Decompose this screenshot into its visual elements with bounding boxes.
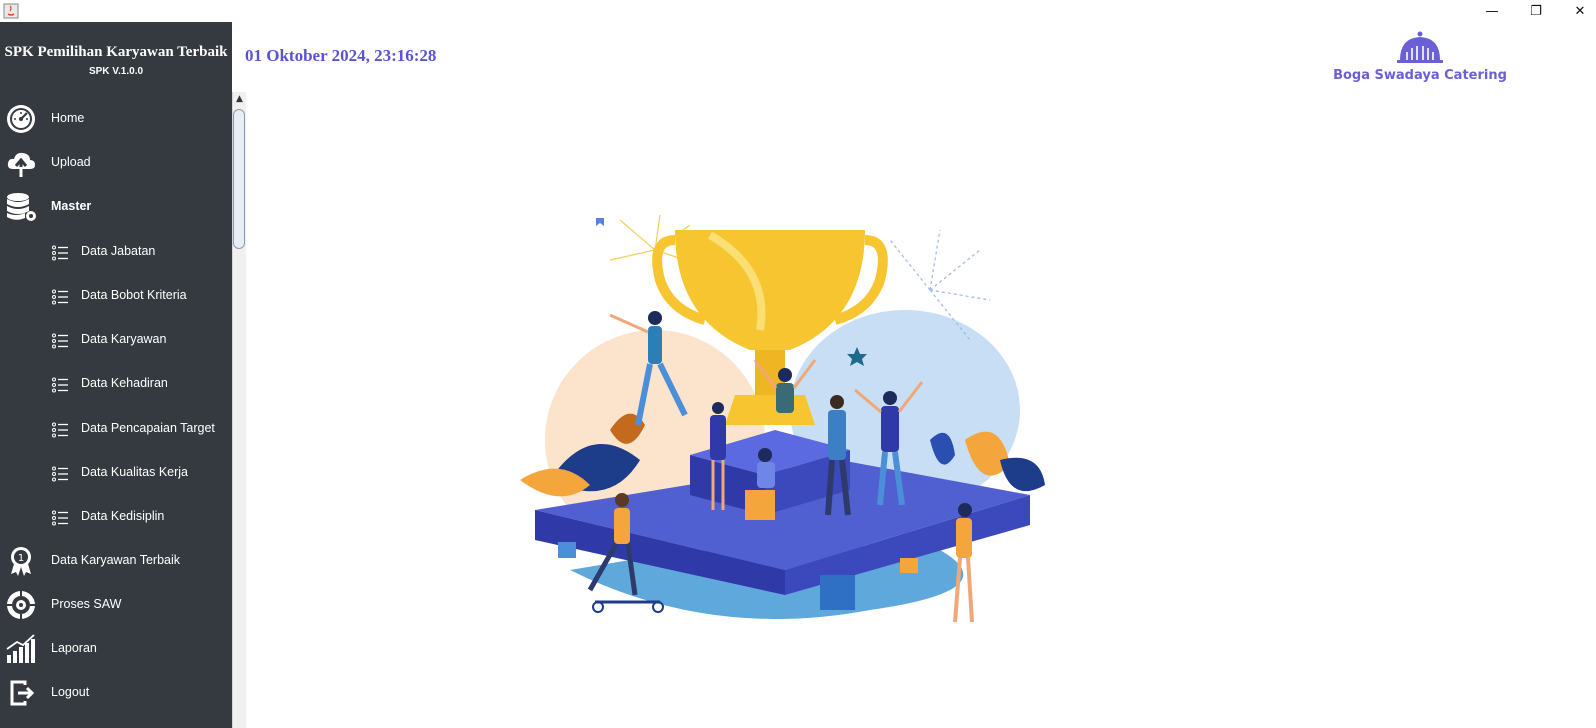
sidebar-item-label: Master — [51, 199, 92, 213]
sidebar: SPK Pemilihan Karyawan Terbaik SPK V.1.0… — [0, 22, 232, 728]
minimize-button[interactable]: — — [1470, 0, 1514, 22]
list-icon — [52, 333, 68, 349]
sidebar-item-proses-saw[interactable]: Proses SAW — [0, 585, 232, 625]
window-title-bar: — ❐ ✕ — [0, 0, 1596, 22]
sidebar-item-data-kualitas-kerja[interactable]: Data Kualitas Kerja — [0, 453, 232, 493]
sidebar-item-label: Proses SAW — [51, 597, 122, 611]
list-icon — [52, 289, 68, 305]
catering-cloche-icon — [1397, 31, 1443, 63]
sidebar-item-data-karyawan[interactable]: Data Karyawan — [0, 320, 232, 360]
sidebar-item-label: Data Karyawan — [81, 332, 167, 346]
sidebar-item-label: Data Jabatan — [81, 244, 156, 258]
svg-text:1: 1 — [18, 553, 24, 564]
sidebar-item-label: Home — [51, 111, 85, 125]
scroll-thumb[interactable] — [233, 109, 245, 249]
speedometer-icon — [7, 105, 35, 133]
sidebar-item-label: Upload — [51, 155, 91, 169]
sidebar-item-data-pencapaian-target[interactable]: Data Pencapaian Target — [0, 409, 232, 449]
sidebar-item-laporan[interactable]: Laporan — [0, 629, 232, 669]
list-icon — [52, 422, 68, 438]
sidebar-item-upload[interactable]: Upload — [0, 143, 232, 183]
sidebar-item-home[interactable]: Home — [0, 99, 232, 139]
sidebar-item-label: Logout — [51, 685, 90, 699]
sidebar-item-data-kedisiplin[interactable]: Data Kedisiplin — [0, 497, 232, 537]
list-icon — [52, 510, 68, 526]
sidebar-item-label: Data Kualitas Kerja — [81, 465, 189, 479]
database-gear-icon — [7, 193, 36, 221]
sidebar-scrollbar[interactable]: ▲ — [232, 92, 246, 728]
list-icon — [52, 245, 68, 261]
sidebar-item-logout[interactable]: Logout — [0, 673, 232, 713]
sidebar-item-label: Data Karyawan Terbaik — [51, 553, 181, 567]
sidebar-item-data-kehadiran[interactable]: Data Kehadiran — [0, 364, 232, 404]
sidebar-item-label: Data Pencapaian Target — [81, 421, 215, 435]
java-app-icon — [3, 3, 19, 19]
brand-title: SPK Pemilihan Karyawan Terbaik — [4, 44, 228, 60]
sidebar-item-data-karyawan-terbaik[interactable]: 1 Data Karyawan Terbaik — [0, 541, 232, 581]
list-icon — [52, 466, 68, 482]
sidebar-item-label: Data Kedisiplin — [81, 509, 165, 523]
sidebar-item-label: Data Bobot Kriteria — [81, 288, 187, 302]
current-datetime: 01 Oktober 2024, 23:16:28 — [245, 46, 437, 65]
sidebar-item-master[interactable]: Master — [0, 187, 232, 227]
cloud-upload-icon — [7, 152, 35, 177]
logo-text: Boga Swadaya Catering — [1333, 68, 1507, 83]
sidebar-item-label: Data Kehadiran — [81, 376, 168, 390]
brand: SPK Pemilihan Karyawan Terbaik SPK V.1.0… — [0, 44, 232, 77]
bar-chart-icon — [6, 634, 35, 663]
brand-version: SPK V.1.0.0 — [88, 66, 144, 77]
list-icon — [52, 377, 68, 393]
trophy-team-illustration — [520, 214, 1045, 623]
company-logo: Boga Swadaya Catering — [1330, 30, 1510, 90]
logout-icon — [10, 680, 35, 706]
sidebar-item-data-jabatan[interactable]: Data Jabatan — [0, 232, 232, 272]
maximize-button[interactable]: ❐ — [1514, 0, 1558, 22]
scroll-up-arrow-icon[interactable]: ▲ — [233, 92, 246, 106]
sidebar-item-data-bobot-kriteria[interactable]: Data Bobot Kriteria — [0, 276, 232, 316]
sidebar-item-label: Laporan — [51, 641, 97, 655]
process-cycle-icon — [7, 591, 35, 619]
award-medal-icon: 1 — [11, 547, 31, 576]
close-button[interactable]: ✕ — [1558, 0, 1596, 22]
